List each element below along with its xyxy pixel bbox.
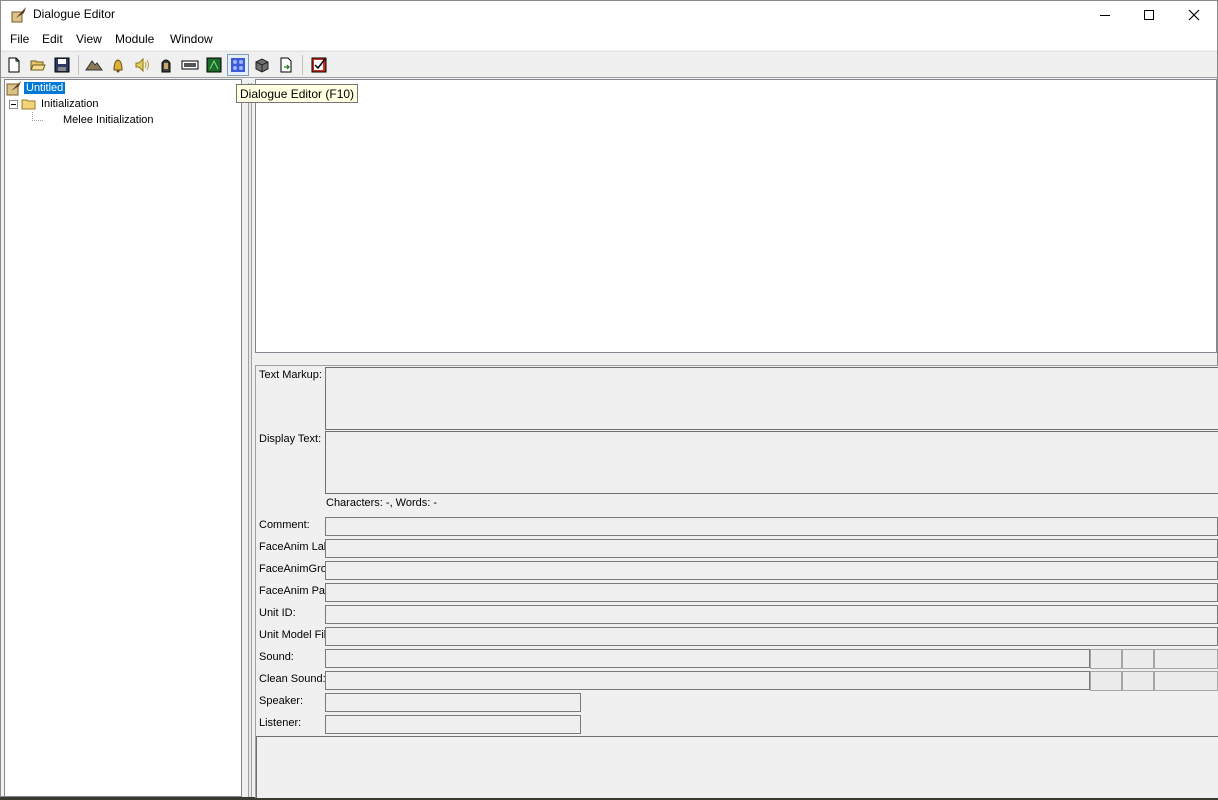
film-icon [181,58,199,72]
speaker-field[interactable] [325,693,581,712]
minimize-button[interactable] [1082,1,1128,29]
display-text-label: Display Text: [259,433,322,445]
terrain-button[interactable] [83,54,105,76]
dialogue-editor-icon [230,57,246,73]
character-word-count: Characters: -, Words: - [326,497,438,509]
unit-model-label: Unit Model File: [259,629,325,641]
tree-item-folder[interactable]: Initialization [9,96,98,112]
faceanim-path-field[interactable] [325,583,1218,602]
clean-sound-play-button[interactable] [1090,671,1122,691]
pharaoh-icon [158,57,174,73]
title-bar: Dialogue Editor [1,1,1217,29]
toolbar-separator [302,55,303,75]
menu-window[interactable]: Window [170,32,213,46]
speaker-label: Speaker: [259,695,304,707]
tree-item-child-label[interactable]: Melee Initialization [63,114,154,126]
menu-module[interactable]: Module [115,32,154,46]
menu-edit[interactable]: Edit [42,32,63,46]
save-button[interactable] [51,54,73,76]
sound-icon [134,57,150,73]
tree-item-root[interactable]: Untitled [6,80,66,96]
open-folder-icon [30,57,46,73]
faceanim-label-label: FaceAnim Label: [259,541,325,553]
save-icon [54,57,70,73]
dialogue-editor-window: Dialogue Editor File Edit View Module Wi… [0,0,1218,798]
cube-button[interactable] [251,54,273,76]
bottom-pane [256,736,1218,798]
sound-label: Sound: [259,651,294,663]
tree-item-child[interactable]: Melee Initialization [31,112,154,128]
properties-panel: Text Markup: Display Text: Characters: -… [255,366,1218,798]
text-markup-label: Text Markup: [259,369,322,381]
faceanim-label-field[interactable] [325,539,1218,558]
checklist-icon [311,57,327,73]
text-markup-field[interactable] [325,367,1218,430]
close-icon [1188,9,1200,21]
clean-sound-browse-button[interactable] [1154,671,1218,691]
bell-button[interactable] [107,54,129,76]
open-button[interactable] [27,54,49,76]
export-file-icon [278,57,294,73]
quill-parchment-icon [10,6,28,24]
clean-sound-stop-button[interactable] [1122,671,1154,691]
menu-bar: File Edit View Module Window [1,29,1217,50]
tree-item-root-label[interactable]: Untitled [24,82,66,94]
sound-play-button[interactable] [1090,649,1122,669]
new-file-button[interactable] [3,54,25,76]
unit-id-field[interactable] [325,605,1218,624]
window-title: Dialogue Editor [33,7,116,21]
comment-label: Comment: [259,519,310,531]
maximize-icon [1143,9,1155,21]
faceanim-path-label: FaceAnim Path: [259,585,325,597]
horizontal-splitter[interactable] [255,353,1217,366]
display-text-field[interactable] [325,431,1218,494]
clean-sound-field[interactable] [325,671,1090,690]
collapse-icon[interactable] [9,99,18,109]
new-file-icon [6,57,22,73]
pharaoh-button[interactable] [155,54,177,76]
dialogue-canvas[interactable] [255,79,1217,353]
toolbar-separator [78,55,79,75]
terrain-icon [85,57,103,73]
faceanim-group-label: FaceAnimGroup: [259,563,325,575]
green-screen-icon [206,57,222,73]
cube-icon [254,57,270,73]
folder-icon [21,97,37,111]
sound-button[interactable] [131,54,153,76]
sound-browse-button[interactable] [1154,649,1218,669]
quill-parchment-icon [6,80,22,96]
toolbar [1,51,1217,78]
module-tree[interactable]: Untitled Initialization Melee Initializa… [4,79,242,797]
tree-connector [31,112,45,128]
menu-file[interactable]: File [10,32,29,46]
sound-stop-button[interactable] [1122,649,1154,669]
toolbar-tooltip: Dialogue Editor (F10) [236,84,359,103]
green-screen-button[interactable] [203,54,225,76]
unit-id-label: Unit ID: [259,607,296,619]
menu-view[interactable]: View [76,32,102,46]
export-button[interactable] [275,54,297,76]
maximize-button[interactable] [1126,1,1172,29]
minimize-icon [1099,9,1111,21]
tree-item-folder-label[interactable]: Initialization [41,98,98,110]
sound-field[interactable] [325,649,1090,668]
listener-field[interactable] [325,715,581,734]
splitter-handle[interactable] [248,83,252,797]
unit-model-field[interactable] [325,627,1218,646]
close-button[interactable] [1171,1,1217,29]
faceanim-group-field[interactable] [325,561,1218,580]
listener-label: Listener: [259,717,302,729]
comment-field[interactable] [325,517,1218,536]
bell-icon [110,57,126,73]
dialogue-editor-button[interactable] [227,54,249,76]
checklist-button[interactable] [308,54,330,76]
film-button[interactable] [179,54,201,76]
clean-sound-label: Clean Sound: [259,673,325,685]
